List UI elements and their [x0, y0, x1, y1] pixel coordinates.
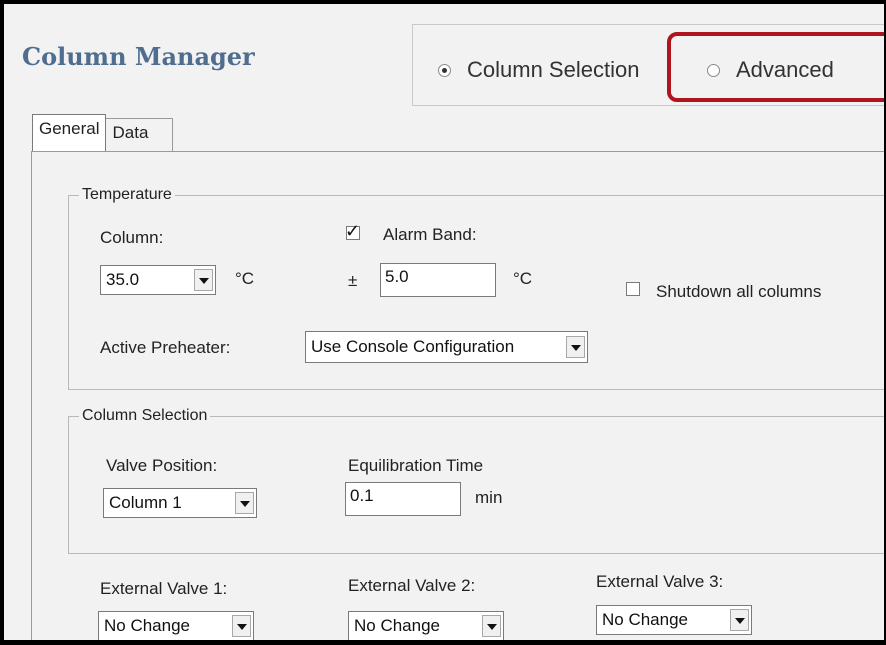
- chevron-down-icon[interactable]: [194, 269, 213, 291]
- alarm-band-unit: °C: [513, 269, 533, 288]
- tab-divider: [32, 151, 884, 152]
- chevron-down-icon[interactable]: [566, 336, 585, 358]
- column-temp-unit: °C: [235, 269, 255, 288]
- external-valve-1-label: External Valve 1:: [100, 579, 228, 598]
- external-valve-3-label: External Valve 3:: [596, 572, 724, 591]
- panel-border: [31, 151, 32, 640]
- temperature-legend: Temperature: [82, 186, 172, 203]
- tab-general[interactable]: General: [32, 114, 107, 152]
- column-temp-value: 35.0: [106, 270, 140, 289]
- column-manager-window: Column Manager Column Selection Advanced…: [4, 4, 884, 640]
- page-title: Column Manager: [22, 42, 255, 71]
- external-valve-3-combo[interactable]: No Change: [596, 605, 752, 635]
- tab-data[interactable]: Data: [106, 118, 174, 152]
- valve-position-combo[interactable]: Column 1: [103, 488, 257, 518]
- equilibration-time-unit: min: [475, 488, 503, 507]
- equilibration-time-label: Equilibration Time: [348, 456, 484, 475]
- external-valve-1-combo[interactable]: No Change: [98, 611, 254, 640]
- column-temp-label: Column:: [100, 228, 164, 247]
- external-valve-1-value: No Change: [104, 616, 191, 635]
- shutdown-all-columns-checkbox[interactable]: [626, 282, 640, 296]
- external-valve-2-value: No Change: [354, 616, 441, 635]
- advanced-highlight-box: [667, 32, 884, 102]
- active-preheater-value: Use Console Configuration: [311, 337, 515, 356]
- alarm-band-label: Alarm Band:: [383, 225, 477, 244]
- column-selection-radio[interactable]: Column Selection: [438, 57, 639, 83]
- external-valve-2-label: External Valve 2:: [348, 576, 476, 595]
- external-valve-3-value: No Change: [602, 610, 689, 629]
- valve-position-label: Valve Position:: [106, 456, 218, 475]
- check-icon: ✓: [345, 221, 361, 241]
- chevron-down-icon[interactable]: [730, 609, 749, 631]
- active-preheater-combo[interactable]: Use Console Configuration: [305, 331, 588, 363]
- tab-bar: General Data: [32, 114, 174, 152]
- valve-position-value: Column 1: [109, 493, 182, 512]
- external-valve-2-combo[interactable]: No Change: [348, 611, 504, 640]
- chevron-down-icon[interactable]: [235, 492, 254, 514]
- alarm-band-plusminus: ±: [348, 271, 358, 290]
- chevron-down-icon[interactable]: [482, 615, 501, 637]
- alarm-band-checkbox[interactable]: ✓: [345, 221, 360, 241]
- column-temp-combo[interactable]: 35.0: [100, 265, 216, 295]
- column-selection-legend: Column Selection: [82, 407, 208, 424]
- chevron-down-icon[interactable]: [232, 615, 251, 637]
- alarm-band-value: 5.0: [385, 267, 409, 286]
- alarm-band-input[interactable]: 5.0: [380, 263, 496, 297]
- equilibration-time-input[interactable]: 0.1: [345, 482, 461, 516]
- equilibration-time-value: 0.1: [350, 486, 374, 505]
- column-selection-radio-label: Column Selection: [467, 57, 640, 82]
- shutdown-all-columns-label: Shutdown all columns: [656, 282, 822, 301]
- active-preheater-label: Active Preheater:: [100, 338, 231, 357]
- radio-selected-icon: [438, 63, 451, 77]
- column-selection-group: Column Selection: [68, 407, 884, 554]
